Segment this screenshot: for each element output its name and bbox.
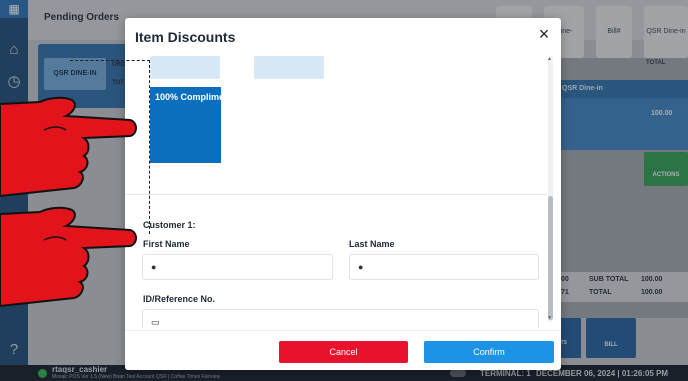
dialog-title: Item Discounts: [135, 29, 236, 45]
last-name-field[interactable]: ●: [349, 254, 539, 280]
first-name-field[interactable]: ●: [142, 254, 333, 280]
cancel-button[interactable]: Cancel: [279, 341, 408, 363]
confirm-button[interactable]: Confirm: [424, 341, 554, 363]
last-name-label: Last Name: [349, 239, 395, 249]
close-icon[interactable]: ×: [535, 25, 553, 43]
first-name-label: First Name: [143, 239, 190, 249]
pointing-hand-icon: [0, 206, 137, 308]
id-reference-input[interactable]: [167, 313, 532, 328]
item-discounts-dialog: Item Discounts × 100% Complimentary Cust…: [125, 18, 561, 370]
dialog-scroll-area: 100% Complimentary Customer 1: First Nam…: [125, 56, 561, 328]
dialog-scrollbar[interactable]: ▲ ▼: [547, 56, 553, 322]
scroll-up-icon[interactable]: ▲: [547, 56, 552, 62]
discount-option-faded[interactable]: [254, 56, 324, 79]
dialog-footer: Cancel Confirm: [125, 330, 561, 370]
first-name-input[interactable]: [167, 258, 326, 276]
id-reference-field[interactable]: ▭: [142, 309, 539, 328]
scroll-down-icon[interactable]: ▼: [547, 315, 552, 321]
customer-heading: Customer 1:: [143, 220, 196, 230]
discount-option-complimentary[interactable]: 100% Complimentary: [150, 87, 221, 163]
id-reference-label: ID/Reference No.: [143, 294, 216, 304]
discount-option-faded[interactable]: [150, 56, 220, 79]
person-icon: ●: [358, 262, 364, 272]
scrollbar-thumb[interactable]: [548, 196, 553, 320]
person-icon: ●: [151, 262, 157, 272]
pointing-hand-icon: [0, 96, 137, 198]
last-name-input[interactable]: [374, 258, 532, 276]
section-divider: [125, 194, 547, 195]
id-card-icon: ▭: [151, 317, 160, 327]
